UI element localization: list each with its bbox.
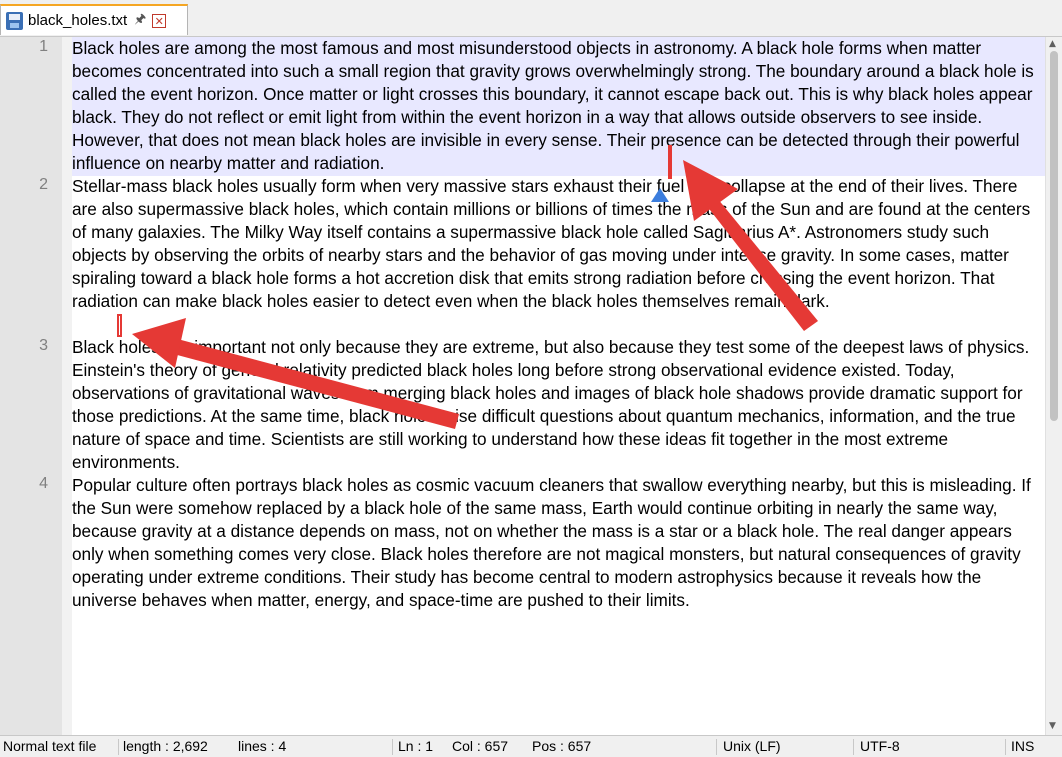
editor: 1 2 3 4 Black holes are among the most f…: [0, 37, 1062, 735]
tab-title[interactable]: black_holes.txt: [28, 12, 127, 29]
status-divider: [716, 739, 717, 755]
status-length: length : 2,692: [123, 738, 208, 754]
scroll-thumb[interactable]: [1050, 51, 1058, 421]
tab-black-holes[interactable]: black_holes.txt 🖈 ✕: [0, 4, 188, 35]
status-divider: [1005, 739, 1006, 755]
vertical-scrollbar[interactable]: ▲ ▼: [1045, 37, 1062, 735]
close-icon[interactable]: ✕: [152, 13, 167, 28]
status-col: Col : 657: [452, 738, 509, 754]
scroll-up-icon[interactable]: ▲: [1049, 39, 1056, 49]
status-divider: [118, 739, 119, 755]
line-number-gutter: 1 2 3 4: [0, 37, 62, 735]
status-divider: [853, 739, 854, 755]
scroll-down-icon[interactable]: ▼: [1049, 721, 1056, 731]
status-file-type: Normal text file: [3, 738, 97, 754]
save-file-icon: [6, 11, 23, 30]
line-number: 2: [39, 176, 48, 193]
line-number: 3: [39, 337, 48, 354]
drag-marker-icon: [651, 188, 669, 202]
caret-marker: [117, 314, 122, 337]
status-lines: lines : 4: [238, 738, 287, 754]
fold-margin: [62, 37, 72, 735]
text-caret: [668, 145, 672, 179]
text-line[interactable]: Black holes are among the most famous an…: [72, 37, 1040, 175]
tab-bar: black_holes.txt 🖈 ✕: [0, 0, 1062, 37]
line-number: 1: [39, 38, 48, 55]
line-number: 4: [39, 475, 48, 492]
status-ln: Ln : 1: [398, 738, 434, 754]
status-mode[interactable]: INS: [1011, 738, 1034, 754]
text-line[interactable]: Popular culture often portrays black hol…: [72, 474, 1040, 612]
text-line[interactable]: Stellar-mass black holes usually form wh…: [72, 175, 1040, 313]
status-pos: Pos : 657: [532, 738, 592, 754]
status-encoding[interactable]: UTF-8: [860, 738, 900, 754]
pin-icon[interactable]: 🖈: [134, 10, 146, 32]
status-bar: Normal text file length : 2,692 lines : …: [0, 735, 1062, 757]
text-line[interactable]: Black holes are important not only becau…: [72, 336, 1040, 474]
text-area[interactable]: Black holes are among the most famous an…: [72, 37, 1045, 735]
status-divider: [392, 739, 393, 755]
status-eol[interactable]: Unix (LF): [723, 738, 781, 754]
